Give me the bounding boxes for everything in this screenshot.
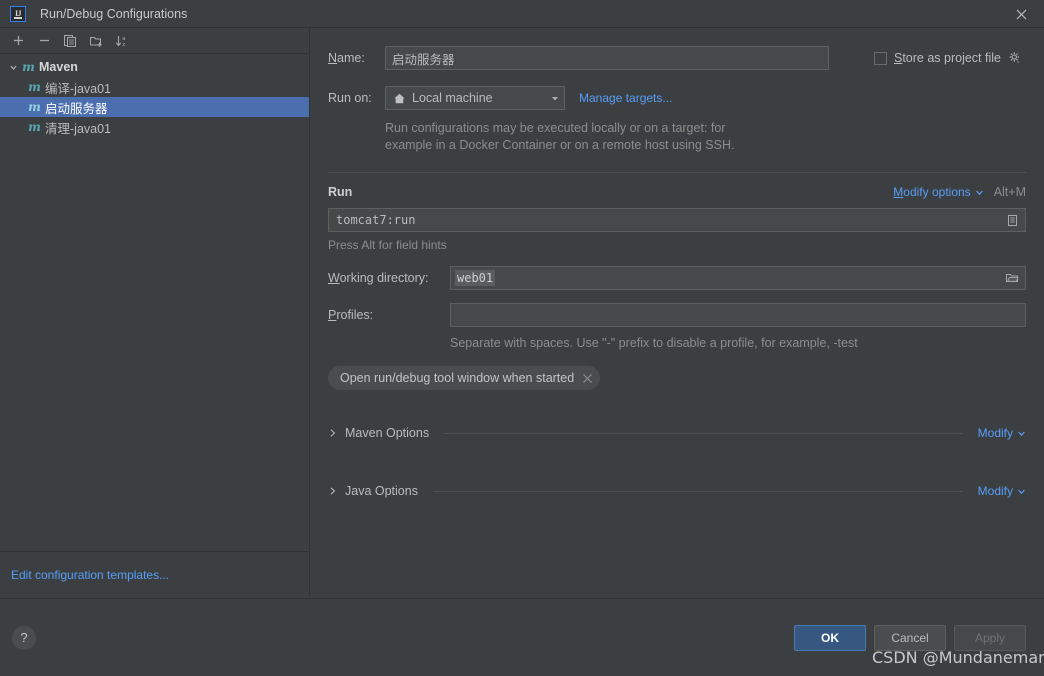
maven-icon: m xyxy=(28,120,41,134)
chevron-down-icon[interactable] xyxy=(6,60,20,74)
profiles-row: Profiles: xyxy=(328,303,1026,327)
name-input[interactable]: 启动服务器 xyxy=(385,46,829,70)
edit-configuration-templates-link[interactable]: Edit configuration templates... xyxy=(11,568,169,582)
working-directory-row: Working directory: web01 xyxy=(328,266,1026,290)
name-row: Name: 启动服务器 Store as project file xyxy=(328,46,1026,70)
configurations-sidebar: a z m Maven m 编译-java01 m 启动服务器 m 清理-jav… xyxy=(0,28,310,597)
browse-directory-button[interactable] xyxy=(1002,268,1022,288)
maven-icon: m xyxy=(28,100,41,114)
ok-button[interactable]: OK xyxy=(794,624,866,651)
chevron-right-icon[interactable] xyxy=(328,486,338,496)
target-hint: Run configurations may be executed local… xyxy=(385,120,1026,154)
remove-configuration-button[interactable] xyxy=(32,30,56,52)
working-directory-label: Working directory: xyxy=(328,271,429,285)
copy-configuration-button[interactable] xyxy=(58,30,82,52)
tree-item-clean[interactable]: m 清理-java01 xyxy=(0,117,309,137)
working-directory-input[interactable]: web01 xyxy=(450,266,1026,290)
configuration-form: Name: 启动服务器 Store as project file Run on… xyxy=(310,28,1044,597)
add-configuration-button[interactable] xyxy=(6,30,30,52)
help-button[interactable]: ? xyxy=(12,625,36,650)
tree-item-label: 清理-java01 xyxy=(45,121,111,136)
maven-options-modify-link[interactable]: Modify xyxy=(978,426,1013,440)
section-maven-options-label: Maven Options xyxy=(345,426,430,440)
title-bar: IJ Run/Debug Configurations xyxy=(0,0,1044,28)
store-as-project-file-label: Store as project file xyxy=(893,51,1001,65)
maven-icon: m xyxy=(22,60,35,74)
chevron-right-icon[interactable] xyxy=(328,428,338,438)
expand-editor-button[interactable] xyxy=(1002,210,1022,230)
target-hint-line-1: Run configurations may be executed local… xyxy=(385,121,726,135)
tree-group-label: Maven xyxy=(39,60,78,74)
dialog-footer: ? OK Cancel Apply xyxy=(0,598,1044,676)
tree-item-compile[interactable]: m 编译-java01 xyxy=(0,77,309,97)
minus-icon xyxy=(39,39,49,42)
section-java-options-label: Java Options xyxy=(345,484,418,498)
profiles-label: Profiles: xyxy=(328,308,374,322)
run-on-label: Run on: xyxy=(328,91,372,105)
manage-targets-link[interactable]: Manage targets... xyxy=(579,91,672,105)
run-command-value: tomcat7:run xyxy=(336,213,416,227)
svg-text:z: z xyxy=(122,42,125,48)
run-on-select[interactable]: Local machine xyxy=(385,86,565,110)
apply-button[interactable]: Apply xyxy=(954,624,1026,651)
modify-options-shortcut: Alt+M xyxy=(993,185,1026,199)
close-window-button[interactable] xyxy=(998,0,1044,28)
name-label: Name: xyxy=(328,51,365,65)
store-as-project-file-checkbox[interactable] xyxy=(873,51,887,65)
profiles-hint: Separate with spaces. Use "-" prefix to … xyxy=(450,336,858,350)
store-as-project-file-row[interactable]: Store as project file xyxy=(873,51,1026,65)
sort-configurations-button[interactable]: a z xyxy=(110,30,134,52)
run-on-value: Local machine xyxy=(412,91,493,105)
cancel-button[interactable]: Cancel xyxy=(874,624,946,651)
sidebar-toolbar: a z xyxy=(0,28,309,54)
tree-group-maven[interactable]: m Maven xyxy=(0,57,309,77)
working-directory-value: web01 xyxy=(455,270,496,286)
section-maven-options[interactable]: Maven Options Modify xyxy=(328,426,1026,440)
run-section-title: Run xyxy=(328,185,353,199)
profiles-input[interactable] xyxy=(450,303,1026,327)
triangle-down-icon xyxy=(552,97,558,101)
target-hint-line-2: example in a Docker Container or on a re… xyxy=(385,138,735,152)
configurations-tree: m Maven m 编译-java01 m 启动服务器 m 清理-java01 xyxy=(0,54,309,551)
sort-alphabetical-icon: a z xyxy=(115,35,126,48)
option-chip-open-run-window[interactable]: Open run/debug tool window when started xyxy=(328,366,601,390)
copy-icon xyxy=(64,34,76,47)
expand-editor-icon xyxy=(1007,214,1017,226)
java-options-modify-link[interactable]: Modify xyxy=(978,484,1013,498)
folder-browse-icon xyxy=(1006,274,1019,282)
field-hints-text: Press Alt for field hints xyxy=(328,238,447,252)
gear-dropdown-icon[interactable] xyxy=(1008,51,1022,65)
tree-item-start-server[interactable]: m 启动服务器 xyxy=(0,97,309,117)
chevron-down-icon[interactable] xyxy=(975,188,984,197)
section-divider-line xyxy=(432,490,963,492)
modify-options-link[interactable]: Modify options xyxy=(893,185,970,199)
tree-item-label: 编译-java01 xyxy=(45,81,111,96)
dialog-body: a z m Maven m 编译-java01 m 启动服务器 m 清理-jav… xyxy=(0,28,1044,597)
maven-icon: m xyxy=(28,80,41,94)
dialog-buttons: OK Cancel Apply xyxy=(794,624,1026,651)
plus-icon xyxy=(13,36,23,45)
section-divider xyxy=(328,172,1026,173)
tree-item-label: 启动服务器 xyxy=(45,101,108,116)
chevron-down-icon[interactable] xyxy=(1017,487,1026,496)
run-command-input[interactable]: tomcat7:run xyxy=(328,208,1026,232)
sidebar-footer: Edit configuration templates... xyxy=(0,551,309,597)
chevron-down-icon[interactable] xyxy=(1017,429,1026,438)
home-icon xyxy=(394,93,405,103)
new-folder-button[interactable] xyxy=(84,30,108,52)
option-chip-label: Open run/debug tool window when started xyxy=(340,371,575,385)
run-section-header: Run Modify options Alt+M xyxy=(328,185,1026,199)
run-on-row: Run on: Local machine Manage targets... xyxy=(328,86,1026,110)
section-java-options[interactable]: Java Options Modify xyxy=(328,484,1026,498)
folder-add-icon xyxy=(90,36,102,47)
window-title: Run/Debug Configurations xyxy=(40,6,188,21)
chip-close-icon[interactable] xyxy=(582,373,593,384)
close-icon xyxy=(1016,9,1026,19)
section-divider-line xyxy=(444,432,963,434)
intellij-idea-logo-icon: IJ xyxy=(10,5,26,22)
